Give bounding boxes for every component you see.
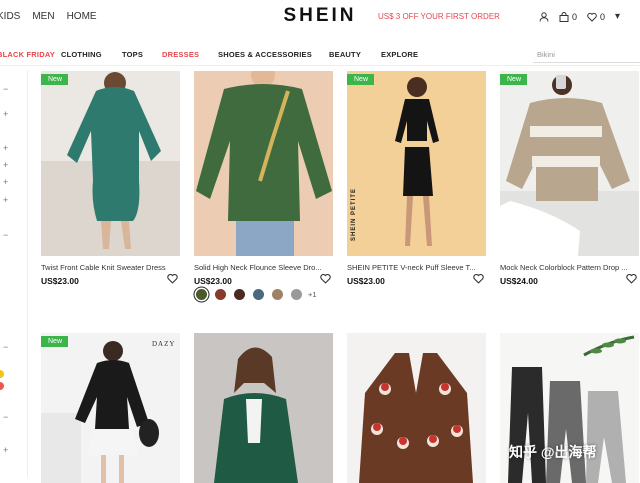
color-swatches: +1 <box>196 289 317 300</box>
filter-toggle[interactable]: + <box>3 445 8 455</box>
filter-toggle[interactable]: + <box>3 109 8 119</box>
more-button[interactable]: ▾ <box>615 11 620 22</box>
category-clothing[interactable]: CLOTHING <box>61 50 102 59</box>
product-image[interactable]: New SHEIN PETITE <box>347 71 486 256</box>
product-title[interactable]: Solid High Neck Flounce Sleeve Dro... <box>194 263 333 272</box>
category-tops[interactable]: TOPS <box>122 50 143 59</box>
category-explore[interactable]: EXPLORE <box>381 50 418 59</box>
filter-toggle[interactable]: − <box>3 342 8 352</box>
top-header: KIDS MEN HOME SHEIN US$ 3 OFF YOUR FIRST… <box>0 0 640 34</box>
filter-toggle[interactable]: − <box>3 230 8 240</box>
wishlist-heart-icon[interactable] <box>167 273 178 284</box>
filter-toggle[interactable]: + <box>3 195 8 205</box>
heart-icon <box>587 12 597 22</box>
new-badge: New <box>500 74 528 85</box>
dazy-watermark: DAZY <box>152 340 176 348</box>
search-input[interactable]: Bikini <box>533 45 640 63</box>
filter-sidebar: − + + + + + − − − + <box>0 70 28 477</box>
wishlist-heart-icon[interactable] <box>626 273 637 284</box>
color-filter-dot[interactable] <box>0 370 4 378</box>
product-price: US$24.00 <box>500 276 538 286</box>
wishlist-heart-icon[interactable] <box>320 273 331 284</box>
filter-toggle[interactable]: + <box>3 177 8 187</box>
bag-button[interactable]: 0 <box>559 12 577 22</box>
bag-count: 0 <box>572 11 578 22</box>
color-swatch[interactable] <box>272 289 283 300</box>
product-card[interactable]: New SHEIN PETITE SHEIN PETITE V-neck Puf… <box>347 71 486 286</box>
product-image[interactable] <box>194 71 333 256</box>
shein-petite-watermark: SHEIN PETITE <box>351 187 357 241</box>
product-card[interactable]: Solid High Neck Flounce Sleeve Dro... US… <box>194 71 333 300</box>
wishlist-heart-icon[interactable] <box>473 273 484 284</box>
product-card[interactable] <box>194 333 333 483</box>
product-image[interactable]: New <box>500 71 639 256</box>
color-filter-dot[interactable] <box>0 382 4 390</box>
product-image[interactable]: New <box>41 71 180 256</box>
zhihu-watermark: 知乎 @出海帮 <box>509 444 597 460</box>
new-badge: New <box>41 336 69 347</box>
account-icon[interactable] <box>539 11 549 22</box>
category-shoes-accessories[interactable]: SHOES & ACCESSORIES <box>218 50 312 59</box>
product-card[interactable]: New DAZY <box>41 333 180 483</box>
product-price: US$23.00 <box>41 276 79 286</box>
category-nav: BLACK FRIDAY CLOTHING TOPS DRESSES SHOES… <box>0 44 640 66</box>
color-swatch[interactable] <box>196 289 207 300</box>
product-title[interactable]: SHEIN PETITE V-neck Puff Sleeve T... <box>347 263 486 272</box>
bag-icon <box>559 11 569 22</box>
product-image[interactable]: New DAZY <box>41 333 180 483</box>
promo-banner[interactable]: US$ 3 OFF YOUR FIRST ORDER <box>378 12 500 21</box>
color-swatch[interactable] <box>215 289 226 300</box>
filter-toggle[interactable]: + <box>3 160 8 170</box>
category-beauty[interactable]: BEAUTY <box>329 50 361 59</box>
wishlist-count: 0 <box>600 11 606 22</box>
category-black-friday[interactable]: BLACK FRIDAY <box>0 50 55 59</box>
filter-toggle[interactable]: + <box>3 143 8 153</box>
wishlist-button[interactable]: 0 <box>587 12 605 22</box>
color-swatch[interactable] <box>253 289 264 300</box>
product-card[interactable]: New Mock Neck Colorblock Pattern Drop ..… <box>500 71 639 286</box>
filter-toggle[interactable]: − <box>3 84 8 94</box>
product-title[interactable]: Mock Neck Colorblock Pattern Drop ... <box>500 263 639 272</box>
header-icons: 0 0 ▾ <box>539 11 630 22</box>
new-badge: New <box>347 74 375 85</box>
more-colors[interactable]: +1 <box>308 290 317 299</box>
product-image[interactable] <box>347 333 486 483</box>
filter-toggle[interactable]: − <box>3 412 8 422</box>
product-price: US$23.00 <box>347 276 385 286</box>
product-price: US$23.00 <box>194 276 232 286</box>
product-card[interactable]: New Twist Front Cable Knit Sweater Dress… <box>41 71 180 286</box>
product-image[interactable] <box>194 333 333 483</box>
color-swatch[interactable] <box>291 289 302 300</box>
product-title[interactable]: Twist Front Cable Knit Sweater Dress <box>41 263 180 272</box>
new-badge: New <box>41 74 69 85</box>
color-swatch[interactable] <box>234 289 245 300</box>
product-card[interactable] <box>347 333 486 483</box>
category-dresses[interactable]: DRESSES <box>162 50 199 59</box>
